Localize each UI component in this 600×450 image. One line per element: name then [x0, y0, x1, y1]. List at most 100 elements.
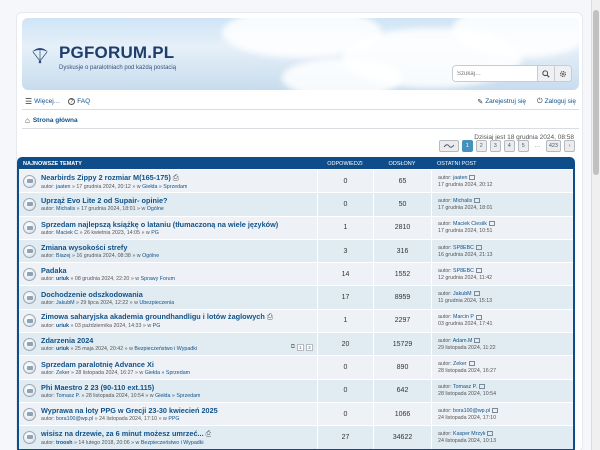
- topic-forum-path[interactable]: Giełda » Sprzedam: [142, 184, 187, 190]
- last-post-author[interactable]: Marcin P: [453, 314, 474, 320]
- scrollbar[interactable]: [591, 0, 600, 450]
- topic-author[interactable]: troosh: [56, 440, 72, 446]
- table-row: Wyprawa na loty PPG w Grecji 23-30 kwiec…: [19, 401, 573, 426]
- topic-author[interactable]: Biazej: [56, 253, 70, 259]
- more-menu[interactable]: ☰ Więcej…: [25, 97, 60, 106]
- topic-forum-path[interactable]: Ogólne: [142, 253, 159, 259]
- search-button[interactable]: [537, 66, 554, 81]
- topic-page-link[interactable]: 1: [297, 344, 304, 352]
- topic-forum-path[interactable]: Giełda » Sprzedam: [155, 393, 200, 399]
- last-author-prefix: autor:: [438, 384, 452, 391]
- topic-date: 29 lipca 2024, 12:22: [80, 299, 129, 306]
- page-ellipsis: …: [534, 143, 541, 149]
- topic-title-link[interactable]: Uprząż Evo Lite 2 od Supair- opinie?: [41, 196, 168, 205]
- topic-title-link[interactable]: Padaka: [41, 266, 67, 275]
- page-link[interactable]: 3: [489, 140, 501, 152]
- table-row: Phi Maestro 2 23 (90-110 ext.115) autor: …: [19, 378, 573, 402]
- topic-author[interactable]: jaaten: [56, 184, 70, 190]
- page-link[interactable]: 2: [475, 140, 487, 152]
- topic-author[interactable]: uriuk: [56, 346, 69, 352]
- author-prefix: autor:: [41, 183, 55, 190]
- go-to-post-icon[interactable]: [478, 384, 485, 390]
- last-post-author[interactable]: SP8EBC: [453, 268, 474, 274]
- topic-author[interactable]: Tomasz P.: [56, 393, 80, 399]
- last-post-date: 12 grudnia 2024, 11:42: [438, 274, 493, 281]
- topic-author[interactable]: Michalis: [56, 206, 75, 212]
- go-to-post-icon[interactable]: [487, 431, 494, 436]
- hamburger-icon: ☰: [25, 97, 33, 106]
- topic-title-link[interactable]: Zdarzenia 2024: [41, 336, 93, 345]
- topic-forum-path[interactable]: Bezpieczeństwo i Wypadki: [141, 440, 204, 446]
- table-row: Sprzedam paralotnię Advance Xi autor: Zek…: [19, 355, 573, 379]
- topic-page-link[interactable]: 2: [306, 344, 313, 352]
- topic-forum-path[interactable]: PG: [153, 323, 161, 329]
- topic-meta: autor: Tomasz P. » 28 listopada 2024, 10…: [41, 392, 201, 399]
- topic-forum-path[interactable]: Ogólne: [147, 206, 164, 212]
- attachment-icon: ⎙: [172, 172, 179, 182]
- topic-forum-path[interactable]: PG: [151, 230, 159, 236]
- last-post-author[interactable]: Maciek Ciesiik: [453, 221, 487, 227]
- breadcrumb: ⌂ Strona główna: [22, 113, 579, 129]
- last-post-author[interactable]: jaaten: [453, 175, 467, 181]
- last-post-date: 28 listopada 2024, 16:27: [438, 368, 497, 375]
- last-post-author[interactable]: Tomasz P.: [453, 384, 477, 390]
- topic-author[interactable]: bora100@wp.pl: [56, 416, 93, 422]
- site-title[interactable]: PGFORUM.PL: [59, 43, 174, 63]
- topic-title-link[interactable]: Zmiana wysokości strefy: [41, 243, 127, 252]
- advanced-search-button[interactable]: [554, 66, 571, 81]
- last-post-author[interactable]: JakubM: [453, 291, 472, 297]
- go-to-post-icon[interactable]: [475, 244, 482, 250]
- go-to-post-icon[interactable]: [488, 221, 495, 227]
- page-link[interactable]: 5: [517, 140, 529, 152]
- last-post-author[interactable]: Kasper Mrzyk: [453, 431, 485, 437]
- breadcrumb-home[interactable]: Strona główna: [33, 117, 78, 124]
- last-author-prefix: autor:: [438, 221, 452, 228]
- next-page-button[interactable]: ›: [564, 140, 575, 152]
- author-prefix: autor:: [41, 276, 55, 283]
- topic-title-link[interactable]: Wyprawa na loty PPG w Grecji 23-30 kwiec…: [41, 406, 218, 415]
- topic-title-link[interactable]: wisisz na drzewie, za 6 minut możesz umr…: [41, 429, 204, 438]
- search-input[interactable]: [453, 66, 537, 81]
- topic-author[interactable]: Maciek C: [56, 230, 78, 236]
- topic-author[interactable]: JakubM: [56, 300, 75, 306]
- header-answers: Odpowiedzi: [327, 160, 363, 167]
- last-post-author[interactable]: SP8EBC: [453, 245, 474, 251]
- topic-forum-path[interactable]: Ubezpieczenia: [139, 300, 174, 306]
- login-link[interactable]: ⏻ Zaloguj się: [537, 98, 576, 106]
- go-to-post-icon[interactable]: [469, 174, 476, 180]
- author-prefix: autor:: [41, 416, 55, 423]
- go-to-post-icon[interactable]: [474, 198, 481, 204]
- topic-title-link[interactable]: Sprzedam najlepszą książkę o lataniu (tł…: [41, 220, 278, 229]
- topic-meta: autor: uriuk » 03 października 2024, 14:…: [41, 323, 161, 330]
- topic-title-link[interactable]: Sprzedam paralotnię Advance Xi: [41, 360, 154, 369]
- go-to-post-icon[interactable]: [468, 361, 475, 367]
- register-link[interactable]: ✎ Zarejestruj się: [477, 98, 526, 106]
- topic-title-link[interactable]: Dochodzenie odszkodowania: [41, 290, 143, 299]
- page-link[interactable]: 4: [503, 140, 515, 152]
- topic-forum-path[interactable]: PPG: [168, 416, 179, 422]
- topic-forum-path[interactable]: Bezpieczeństwo i Wypadki: [134, 346, 197, 352]
- scrollbar-thumb[interactable]: [593, 10, 599, 175]
- page-link[interactable]: 1: [461, 140, 473, 152]
- topic-title-link[interactable]: Zimowa saharyjska akademia groundhandlig…: [41, 312, 265, 321]
- topic-forum-path[interactable]: Sprawy Forum: [141, 276, 175, 282]
- page-jump-button[interactable]: [438, 140, 459, 152]
- topic-title-link[interactable]: Phi Maestro 2 23 (90-110 ext.115): [41, 383, 154, 392]
- last-post-author[interactable]: bora100@wp.pl: [453, 408, 490, 414]
- topic-author[interactable]: Zeker: [56, 370, 70, 376]
- go-to-post-icon[interactable]: [474, 337, 481, 343]
- last-post-author[interactable]: Adam.M: [453, 338, 473, 344]
- last-post-author[interactable]: Zeker: [453, 361, 467, 367]
- topic-author[interactable]: uriuk: [56, 276, 69, 282]
- topic-meta: autor: Maciek C » 26 kwietnia 2023, 14:0…: [41, 229, 159, 236]
- topic-forum-path[interactable]: Giełda » Sprzedam: [145, 370, 190, 376]
- topic-title-link[interactable]: Nearbirds Zippy 2 rozmiar M(165-175): [41, 173, 171, 182]
- go-to-post-icon[interactable]: [492, 407, 499, 413]
- page-link[interactable]: 423: [545, 140, 561, 152]
- faq-link[interactable]: ? FAQ: [68, 98, 90, 105]
- last-post-author[interactable]: Michalis: [453, 198, 472, 204]
- topic-author[interactable]: uriuk: [56, 323, 69, 329]
- go-to-post-icon[interactable]: [475, 267, 482, 273]
- go-to-post-icon[interactable]: [473, 291, 480, 297]
- go-to-post-icon[interactable]: [475, 314, 482, 320]
